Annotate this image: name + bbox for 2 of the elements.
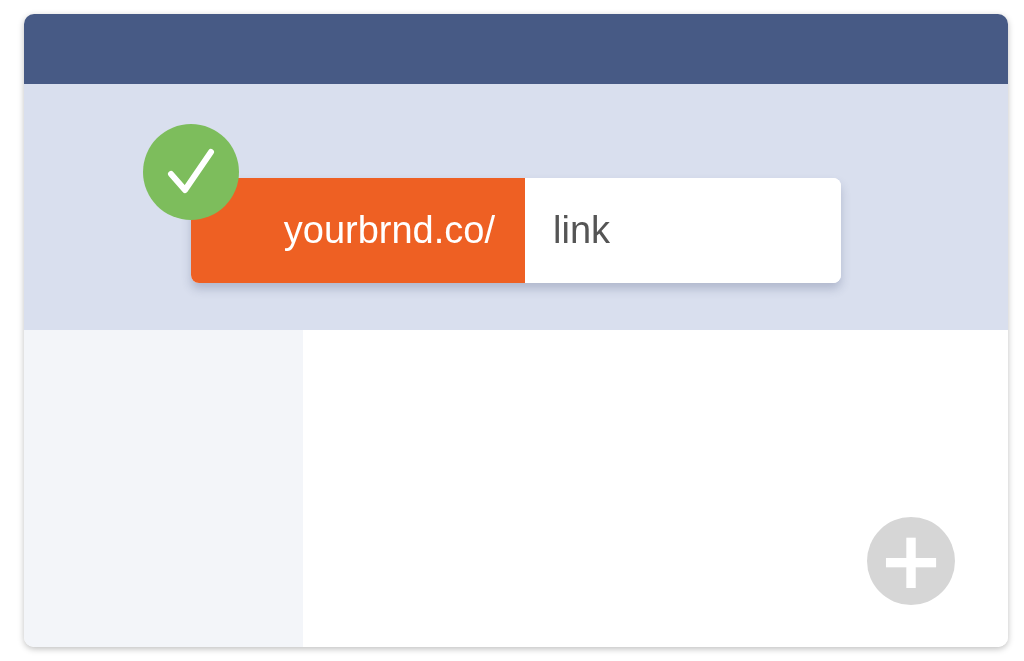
url-prefix: yourbrnd.co/ [191, 178, 525, 283]
slug-field[interactable]: link [525, 178, 841, 283]
